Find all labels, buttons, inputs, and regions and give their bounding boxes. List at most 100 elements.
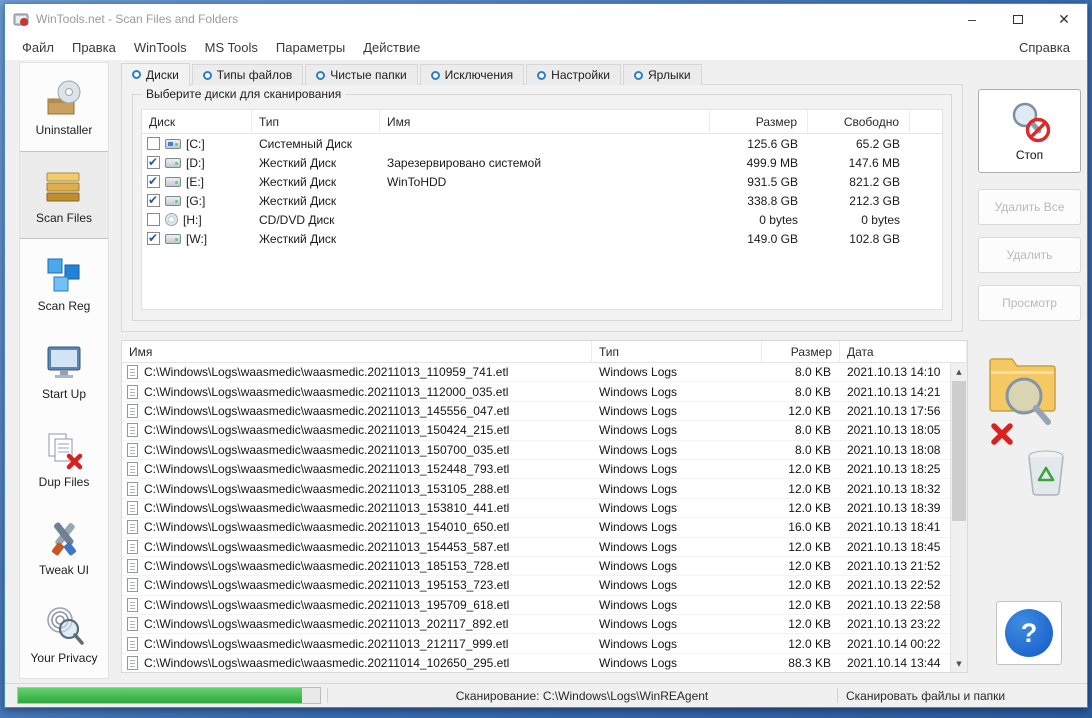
file-row[interactable]: C:\Windows\Logs\waasmedic\waasmedic.2021… [122, 479, 950, 499]
file-row[interactable]: C:\Windows\Logs\waasmedic\waasmedic.2021… [122, 460, 950, 480]
file-size: 12.0 KB [788, 636, 831, 651]
file-row[interactable]: C:\Windows\Logs\waasmedic\waasmedic.2021… [122, 634, 950, 654]
disk-row[interactable]: [W:] Жесткий Диск 149.0 GB 102.8 GB [142, 229, 942, 248]
file-row[interactable]: C:\Windows\Logs\waasmedic\waasmedic.2021… [122, 421, 950, 441]
tab[interactable]: Настройки [526, 64, 622, 85]
sidebar-item-start-up[interactable]: Start Up [20, 327, 108, 415]
file-row[interactable]: C:\Windows\Logs\waasmedic\waasmedic.2021… [122, 499, 950, 519]
file-row[interactable]: C:\Windows\Logs\waasmedic\waasmedic.2021… [122, 596, 950, 616]
disk-checkbox[interactable] [147, 137, 160, 150]
column-header-name[interactable]: Имя [380, 110, 710, 133]
file-row[interactable]: C:\Windows\Logs\waasmedic\waasmedic.2021… [122, 441, 950, 460]
file-date: 2021.10.13 17:56 [847, 403, 941, 418]
column-header-file-size[interactable]: Размер [762, 341, 840, 362]
sidebar-item-your-privacy[interactable]: Your Privacy [20, 591, 108, 679]
disk-checkbox[interactable] [147, 213, 160, 226]
column-header-file-date[interactable]: Дата [840, 341, 967, 362]
drive-size: 0 bytes [759, 212, 798, 227]
file-size: 12.0 KB [788, 500, 831, 515]
column-header-file-name[interactable]: Имя [122, 341, 592, 362]
file-type: Windows Logs [599, 520, 678, 535]
menu-item[interactable]: Файл [13, 37, 63, 58]
column-header-type[interactable]: Тип [252, 110, 380, 133]
disk-checkbox[interactable] [147, 193, 160, 207]
file-date: 2021.10.13 18:08 [847, 442, 941, 457]
sidebar-item-uninstaller[interactable]: Uninstaller [20, 63, 108, 151]
disk-row[interactable]: [E:] Жесткий Диск WinToHDD 931.5 GB 821.… [142, 172, 942, 191]
file-icon [127, 559, 138, 574]
file-type: Windows Logs [599, 384, 678, 399]
file-path: C:\Windows\Logs\waasmedic\waasmedic.2021… [144, 500, 510, 515]
maximize-button[interactable] [995, 4, 1041, 34]
menu-item[interactable]: WinTools [125, 37, 196, 58]
sidebar-item-label: Scan Files [35, 211, 93, 225]
help-button[interactable]: ? [996, 601, 1062, 665]
menu-item-help[interactable]: Справка [1010, 37, 1079, 58]
menu-item[interactable]: MS Tools [196, 37, 267, 58]
preview-button[interactable]: Просмотр [978, 285, 1081, 321]
disk-checkbox[interactable] [147, 155, 160, 169]
disk-checkbox[interactable] [147, 174, 160, 188]
file-type: Windows Logs [599, 500, 678, 515]
stop-button[interactable]: Стоп [978, 89, 1081, 173]
tab[interactable]: Диски [121, 63, 190, 86]
help-icon: ? [1005, 609, 1053, 657]
sidebar-item-label: Uninstaller [35, 123, 93, 137]
file-size: 12.0 KB [788, 539, 831, 554]
progress-bar [17, 687, 321, 704]
minimize-button[interactable]: – [949, 4, 995, 34]
file-icon [127, 578, 138, 593]
file-row[interactable]: C:\Windows\Logs\waasmedic\waasmedic.2021… [122, 557, 950, 577]
disk-row[interactable]: [D:] Жесткий Диск Зарезервировано систем… [142, 153, 942, 172]
column-header-file-type[interactable]: Тип [592, 341, 762, 362]
tab[interactable]: Ярлыки [623, 64, 702, 85]
disk-row[interactable]: [C:] Системный Диск 125.6 GB 65.2 GB [142, 134, 942, 153]
file-row[interactable]: C:\Windows\Logs\waasmedic\waasmedic.2021… [122, 538, 950, 557]
disk-rows: [C:] Системный Диск 125.6 GB 65.2 GB ✔ [… [142, 134, 942, 248]
file-row[interactable]: C:\Windows\Logs\waasmedic\waasmedic.2021… [122, 518, 950, 538]
scroll-down-icon[interactable]: ▼ [951, 655, 967, 672]
file-list: Имя Тип Размер Дата C:\Windows\Logs\waas… [121, 340, 968, 673]
drive-icon [165, 233, 181, 244]
disk-checkbox[interactable] [147, 231, 160, 245]
file-row[interactable]: C:\Windows\Logs\waasmedic\waasmedic.2021… [122, 382, 950, 402]
scrollbar-thumb[interactable] [952, 381, 966, 521]
sidebar-item-tweak-ui[interactable]: Tweak UI [20, 503, 108, 591]
sidebar-item-scan-reg[interactable]: Scan Reg [20, 239, 108, 327]
file-row[interactable]: C:\Windows\Logs\waasmedic\waasmedic.2021… [122, 576, 950, 596]
file-list-scrollbar[interactable]: ▲ ▼ [950, 363, 967, 672]
drive-letter: [E:] [186, 174, 205, 189]
disk-row[interactable]: [G:] Жесткий Диск 338.8 GB 212.3 GB [142, 191, 942, 210]
tab[interactable]: Исключения [419, 64, 525, 85]
menu-item[interactable]: Действие [354, 37, 429, 58]
close-button[interactable]: ✕ [1041, 4, 1087, 34]
file-icon [127, 384, 138, 399]
file-row[interactable]: C:\Windows\Logs\waasmedic\waasmedic.2021… [122, 402, 950, 422]
drive-free: 65.2 GB [855, 136, 900, 151]
sidebar-item-scan-files[interactable]: Scan Files [20, 151, 108, 239]
drive-letter: [H:] [183, 212, 202, 227]
drive-letter: [W:] [186, 231, 208, 246]
delete-all-button[interactable]: Удалить Все [978, 189, 1081, 225]
drive-type: Жесткий Диск [259, 155, 337, 170]
column-header-size[interactable]: Размер [710, 110, 808, 133]
file-name-cell: C:\Windows\Logs\waasmedic\waasmedic.2021… [122, 365, 592, 380]
file-icon [127, 423, 138, 438]
tab[interactable]: Чистые папки [305, 64, 418, 85]
menu-item[interactable]: Правка [63, 37, 125, 58]
disk-row[interactable]: [H:] CD/DVD Диск 0 bytes 0 bytes [142, 210, 942, 229]
column-header-disk[interactable]: Диск [142, 110, 252, 133]
file-type: Windows Logs [599, 423, 678, 438]
column-header-free[interactable]: Свободно [808, 110, 910, 133]
sidebar-item-dup-files[interactable]: Dup Files [20, 415, 108, 503]
file-row[interactable]: C:\Windows\Logs\waasmedic\waasmedic.2021… [122, 363, 950, 383]
menu-item[interactable]: Параметры [267, 37, 354, 58]
file-icon [127, 597, 138, 612]
scroll-up-icon[interactable]: ▲ [951, 363, 967, 380]
startup-icon [47, 346, 81, 378]
file-path: C:\Windows\Logs\waasmedic\waasmedic.2021… [144, 617, 509, 632]
delete-button[interactable]: Удалить [978, 237, 1081, 273]
file-row[interactable]: C:\Windows\Logs\waasmedic\waasmedic.2021… [122, 615, 950, 635]
file-row[interactable]: C:\Windows\Logs\waasmedic\waasmedic.2021… [122, 654, 950, 672]
tab[interactable]: Типы файлов [191, 64, 304, 85]
